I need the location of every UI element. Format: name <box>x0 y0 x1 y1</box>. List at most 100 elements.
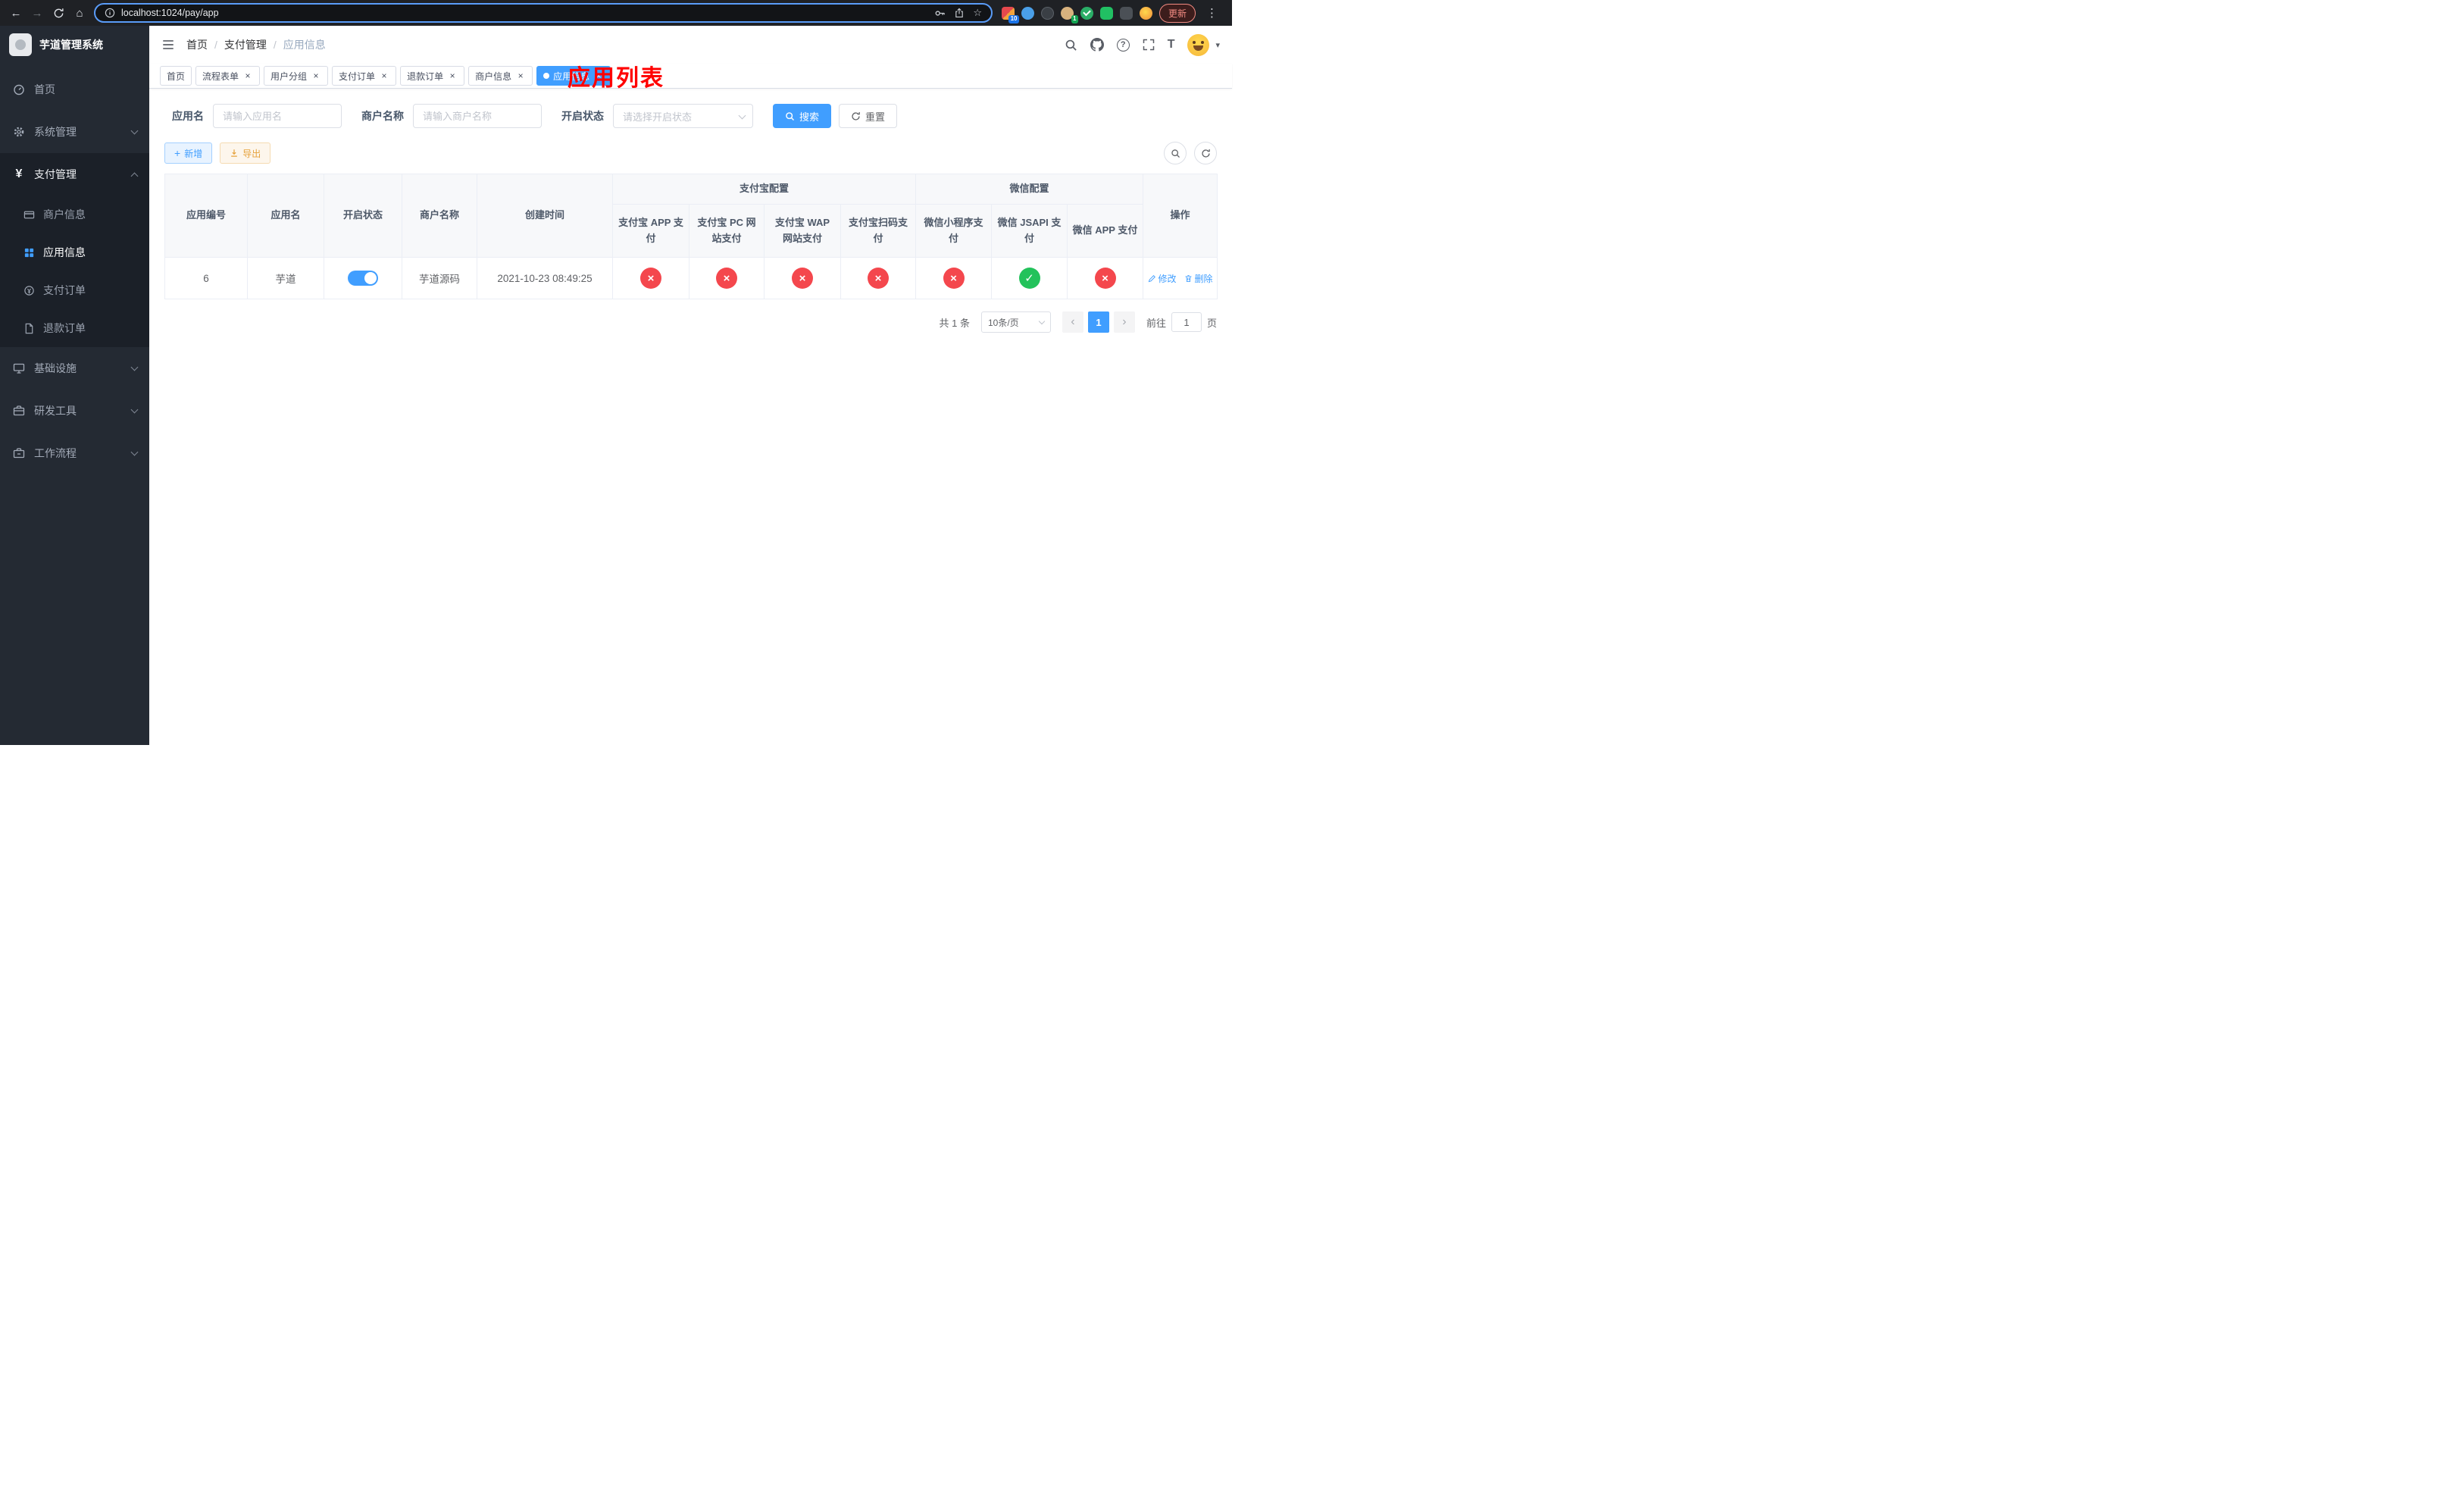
emoji-extension-icon[interactable] <box>1139 6 1152 20</box>
yen-icon: ¥ <box>15 167 23 180</box>
edit-button[interactable]: 修改 <box>1148 272 1177 285</box>
app-title: 芋道管理系统 <box>39 39 103 51</box>
extension-dark-icon[interactable] <box>1040 6 1054 20</box>
puzzle-extension-icon[interactable] <box>1119 6 1133 20</box>
address-bar[interactable]: localhost:1024/pay/app ☆ <box>94 3 993 23</box>
browser-update-button[interactable]: 更新 <box>1159 3 1196 23</box>
reload-icon[interactable] <box>48 3 68 23</box>
breadcrumb: 首页 / 支付管理 / 应用信息 <box>186 37 326 52</box>
page-size-value: 10条/页 <box>987 317 1019 328</box>
extension-check-icon[interactable] <box>1080 6 1093 20</box>
bookmark-star-icon[interactable]: ☆ <box>973 7 982 19</box>
sidebar-item-workflow[interactable]: 工作流程 <box>0 432 149 474</box>
help-icon[interactable]: ? <box>1116 38 1130 52</box>
sidebar-item-payment[interactable]: ¥ 支付管理 <box>0 153 149 196</box>
tab-home[interactable]: 首页 <box>160 66 192 86</box>
browser-chrome: ← → ⌂ localhost:1024/pay/app ☆ 10 1 更新 ⋮ <box>0 0 1232 26</box>
app-logo[interactable]: 芋道管理系统 <box>0 26 149 64</box>
sidebar-item-system[interactable]: 系统管理 <box>0 111 149 153</box>
pay-order-icon <box>23 285 35 296</box>
chevron-down-icon <box>130 448 139 456</box>
next-page-button[interactable]: › <box>1113 311 1135 333</box>
tab-payment-orders[interactable]: 支付订单 × <box>332 66 397 86</box>
sidebar-item-home[interactable]: 首页 <box>0 68 149 111</box>
cell-wechat-app: × <box>1067 257 1144 299</box>
github-icon[interactable] <box>1090 38 1104 52</box>
sidebar: 芋道管理系统 首页 系统管理 ¥ 支付管理 商户信息 应用信息 支付订单 退款订… <box>0 26 149 745</box>
merchant-name-input[interactable] <box>413 104 542 128</box>
reset-button[interactable]: 重置 <box>839 104 898 128</box>
search-button[interactable]: 搜索 <box>773 104 832 128</box>
back-icon[interactable]: ← <box>6 3 26 23</box>
status-select[interactable]: 请选择开启状态 <box>613 104 753 128</box>
profile-extension-icon[interactable]: 1 <box>1060 6 1078 23</box>
export-button[interactable]: 导出 <box>220 142 271 164</box>
cell-alipay-app: × <box>612 257 689 299</box>
chevron-down-icon <box>130 363 139 371</box>
site-info-icon[interactable] <box>105 8 115 18</box>
font-size-icon[interactable]: T <box>1168 39 1175 51</box>
search-icon[interactable] <box>1065 39 1077 52</box>
tab-close-icon[interactable]: × <box>242 70 253 81</box>
search-icon <box>786 111 795 121</box>
col-alipay-pc: 支付宝 PC 网站支付 <box>689 204 765 258</box>
col-status: 开启状态 <box>324 174 402 258</box>
sidebar-item-dev-tools[interactable]: 研发工具 <box>0 390 149 432</box>
sidebar-item-payment-orders[interactable]: 支付订单 <box>0 271 149 309</box>
tab-close-icon[interactable]: × <box>515 70 526 81</box>
status-cross-icon: × <box>868 268 889 289</box>
page-size-select[interactable]: 10条/页 <box>980 311 1051 333</box>
goto-page-input[interactable] <box>1171 312 1202 332</box>
status-cross-icon: × <box>792 268 813 289</box>
toolbar-right <box>1164 142 1217 164</box>
tab-process-form[interactable]: 流程表单 × <box>195 66 261 86</box>
tab-close-icon[interactable]: × <box>311 70 321 81</box>
tab-merchant-info[interactable]: 商户信息 × <box>468 66 533 86</box>
tab-user-group[interactable]: 用户分组 × <box>264 66 329 86</box>
share-icon[interactable] <box>954 8 965 18</box>
breadcrumb-payment[interactable]: 支付管理 <box>224 37 267 52</box>
sidebar-collapse-icon[interactable] <box>161 38 175 52</box>
col-app-id: 应用编号 <box>164 174 248 258</box>
extension-drop-icon[interactable] <box>1021 6 1034 20</box>
toggle-search-button[interactable] <box>1164 142 1187 164</box>
trash-icon <box>1185 274 1191 282</box>
forward-icon[interactable]: → <box>27 3 47 23</box>
extension-chat-icon[interactable] <box>1099 6 1113 20</box>
password-key-icon[interactable] <box>934 8 946 19</box>
status-check-icon: ✓ <box>1018 268 1040 289</box>
active-tab-dot <box>543 73 550 79</box>
extension-grid-icon[interactable]: 10 <box>1001 6 1019 23</box>
sidebar-item-refund-orders[interactable]: 退款订单 <box>0 309 149 347</box>
sidebar-item-merchant-info[interactable]: 商户信息 <box>0 196 149 233</box>
status-toggle[interactable] <box>348 271 378 286</box>
merchant-name-filter: 商户名称 <box>361 104 542 128</box>
app-name-input[interactable] <box>213 104 342 128</box>
browser-menu-icon[interactable]: ⋮ <box>1202 6 1221 20</box>
delete-button[interactable]: 删除 <box>1184 272 1213 285</box>
filter-form: 应用名 商户名称 开启状态 请选择开启状态 <box>164 104 1217 128</box>
sidebar-item-app-info[interactable]: 应用信息 <box>0 233 149 271</box>
refresh-table-button[interactable] <box>1194 142 1217 164</box>
user-avatar[interactable] <box>1187 33 1210 56</box>
home-icon[interactable]: ⌂ <box>70 3 89 23</box>
page-number-button[interactable]: 1 <box>1087 311 1109 333</box>
cell-status <box>324 257 402 299</box>
toggle-knob <box>364 272 377 284</box>
col-alipay-app: 支付宝 APP 支付 <box>612 204 689 258</box>
fullscreen-icon[interactable] <box>1143 39 1155 51</box>
col-merchant: 商户名称 <box>402 174 477 258</box>
prev-page-button[interactable]: ‹ <box>1062 311 1083 333</box>
breadcrumb-home[interactable]: 首页 <box>186 37 208 52</box>
tab-refund-orders[interactable]: 退款订单 × <box>400 66 465 86</box>
dashboard-icon <box>12 83 26 95</box>
avatar-caret-icon[interactable]: ▾ <box>1215 40 1220 50</box>
search-icon <box>1171 149 1180 158</box>
table-row: 6 芋道 芋道源码 2021-10-23 08:49:25 × × × × × <box>164 257 1218 299</box>
chevron-down-icon <box>130 405 139 414</box>
tab-close-icon[interactable]: × <box>379 70 389 81</box>
tab-close-icon[interactable]: × <box>447 70 458 81</box>
sidebar-item-infrastructure[interactable]: 基础设施 <box>0 347 149 390</box>
add-button[interactable]: + 新增 <box>164 142 213 164</box>
pagination: 共 1 条 10条/页 ‹ 1 › 前往 页 <box>164 311 1217 333</box>
